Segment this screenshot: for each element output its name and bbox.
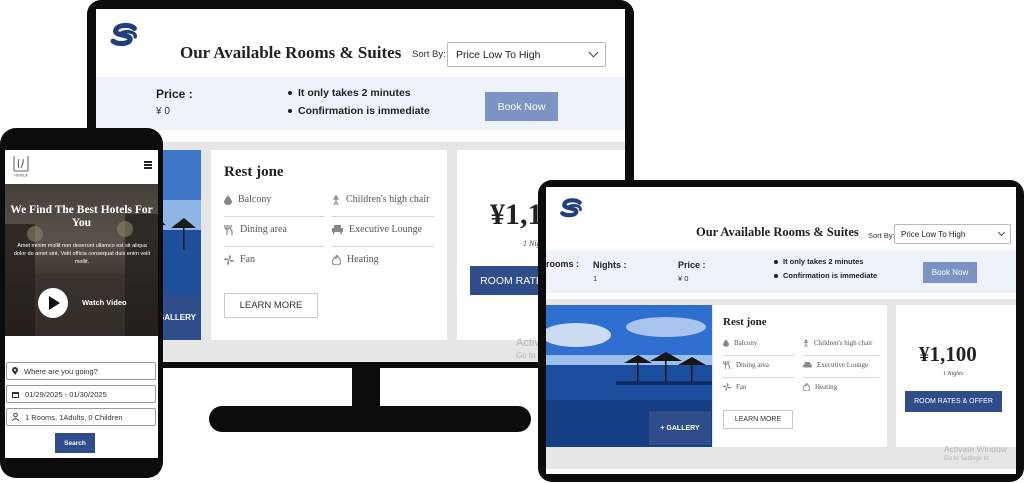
amenity-item: Fan [224,254,255,265]
divider [803,355,879,356]
benefits-list: It only takes 2 minutes Confirmation is … [774,257,877,280]
watch-video-link[interactable]: Watch Video [82,298,127,307]
tablet-device: Our Available Rooms & Suites Sort By: Pr… [538,180,1024,482]
room-rates-button[interactable]: ROOM RATES & OFFER [905,391,1002,412]
gallery-button[interactable]: + GALLERY [649,411,711,445]
divider [332,216,434,217]
person-icon [12,413,19,421]
destination-input[interactable]: Where are you going? [6,362,156,380]
amenity-item: Executive Lounge [803,361,868,369]
guests-input[interactable]: 1 Rooms, 1Adults, 0 Children [6,408,156,426]
nights-value: 1 [593,274,598,283]
price-value: ¥ 0 [156,106,170,117]
monitor-stand-base [209,406,531,432]
amenity-item: Heating [803,383,837,391]
room-card: Rest jone Balcony Dining area Fan Childr… [713,305,887,447]
benefit-item: It only takes 2 minutes [774,257,877,266]
date-range-input[interactable]: 01/29/2025 - 01/30/2025 [6,385,156,403]
fan-icon [723,383,731,391]
hotel-logo-icon[interactable]: HOTELA [8,153,34,179]
sofa-icon [803,361,812,369]
amenity-item: Children's high chair [803,339,872,347]
price-band: rooms : Nights : 1 Price : ¥ 0 It only t… [546,250,1016,293]
divider [332,246,434,247]
divider [723,355,795,356]
activation-watermark-sub: Go to [516,351,536,360]
nights-label: Nights : [593,260,627,270]
sort-label: Sort By: [412,49,446,60]
book-now-button[interactable]: Book Now [485,92,558,121]
sort-label: Sort By: [868,231,895,240]
divider [803,377,879,378]
child-icon [332,194,340,205]
price-label: Price : [678,260,706,270]
hero-banner: We Find The Best Hotels For You Amet min… [5,184,158,336]
amenity-item: Balcony [723,339,757,347]
fan-icon [224,254,234,265]
brand-logo-icon[interactable] [108,21,142,51]
monitor-stand-neck [352,366,380,410]
sort-select[interactable]: Price Low To High [894,224,1011,244]
flame-icon [803,383,810,391]
hero-subtitle: Amet minim mollit non deserunt ullamco e… [13,243,151,265]
amenity-item: Heating [332,254,379,265]
price-label: Price : [156,87,193,101]
benefit-item: Confirmation is immediate [774,271,877,280]
benefit-item: Confirmation is immediate [288,105,430,117]
benefit-item: It only takes 2 minutes [288,87,430,99]
search-button[interactable]: Search [55,433,95,453]
learn-more-button[interactable]: LEARN MORE [723,410,793,429]
amenity-item: Fan [723,383,747,391]
activation-watermark: Activ [516,337,540,349]
price-band: Price : ¥ 0 It only takes 2 minutes Conf… [96,77,625,130]
flame-icon [332,254,341,265]
amenity-item: Dining area [723,361,769,369]
page-title: Our Available Rooms & Suites [180,43,402,62]
divider [224,216,324,217]
phone-device: HOTELA We Find The Best Hotels For You A… [0,128,163,478]
room-name: Rest jone [224,164,284,180]
page-title: Our Available Rooms & Suites [696,225,859,239]
activation-watermark: Activate Window [944,444,1007,454]
amenity-item: Children's high chair [332,194,429,205]
child-icon [803,339,809,347]
chevron-down-icon [997,228,1006,237]
hero-title: We Find The Best Hotels For You [10,204,153,229]
divider [224,246,324,247]
divider [723,377,795,378]
activation-watermark-sub: Go to Settings to [944,456,989,462]
rooms-label: rooms : [546,259,580,269]
play-video-icon[interactable] [38,288,68,318]
drop-icon [723,339,729,347]
hamburger-menu-icon[interactable] [144,161,152,170]
room-name: Rest jone [723,316,767,328]
nights-label: 1 Nights [943,371,964,377]
sort-select-value: Price Low To High [901,229,966,239]
svg-text:HOTELA: HOTELA [14,174,28,178]
book-now-button[interactable]: Book Now [923,262,977,283]
price-value: ¥ 0 [678,274,689,283]
chevron-down-icon [588,47,599,58]
drop-icon [224,194,232,205]
benefits-list: It only takes 2 minutes Confirmation is … [288,87,430,117]
sofa-icon [332,225,343,234]
price-card: ¥1,100 1 Nights ROOM RATES & OFFER [896,305,1016,447]
sort-select[interactable]: Price Low To High [447,42,606,67]
tablet-screen: Our Available Rooms & Suites Sort By: Pr… [546,187,1016,474]
learn-more-button[interactable]: LEARN MORE [224,293,318,318]
utensils-icon [723,361,731,369]
calendar-icon [12,391,19,398]
sort-select-value: Price Low To High [456,48,541,61]
room-card: Rest jone Balcony Dining area Fan Childr… [211,150,447,340]
location-pin-icon [12,367,18,375]
amenity-item: Balcony [224,194,271,205]
utensils-icon [224,224,234,235]
amenity-item: Dining area [224,224,287,235]
room-price: ¥1,1 [490,198,543,231]
phone-screen: HOTELA We Find The Best Hotels For You A… [5,150,158,458]
amenity-item: Executive Lounge [332,224,422,235]
brand-logo-icon[interactable] [558,197,586,221]
room-price: ¥1,100 [919,342,977,366]
